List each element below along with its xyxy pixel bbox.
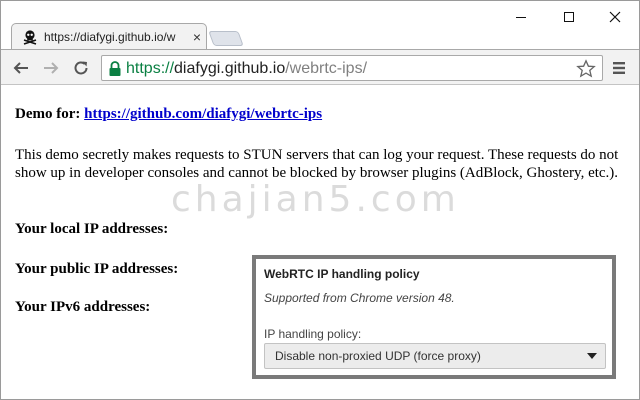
minimize-icon[interactable]: [501, 5, 541, 29]
demo-link[interactable]: https://github.com/diafygi/webrtc-ips: [84, 106, 322, 122]
skull-crossbones-icon: [22, 29, 38, 45]
address-bar[interactable]: https://diafygi.github.io/webrtc-ips/: [101, 55, 603, 81]
tab-title: https://diafygi.github.io/w: [44, 30, 176, 44]
forward-arrow-icon[interactable]: [39, 56, 63, 80]
tab-strip: https://diafygi.github.io/w ×: [1, 1, 639, 49]
policy-select-value: Disable non-proxied UDP (force proxy): [275, 349, 481, 363]
browser-toolbar: https://diafygi.github.io/webrtc-ips/: [1, 49, 639, 85]
browser-window: https://diafygi.github.io/w × https://di…: [0, 0, 640, 400]
public-ip-heading: Your public IP addresses:: [15, 261, 179, 277]
url-text: https://diafygi.github.io/webrtc-ips/: [126, 58, 367, 80]
demo-line: Demo for: https://github.com/diafygi/web…: [15, 106, 322, 123]
back-arrow-icon[interactable]: [9, 56, 33, 80]
lock-icon: [108, 61, 122, 77]
demo-label: Demo for:: [15, 106, 81, 122]
webrtc-policy-panel: WebRTC IP handling policy Supported from…: [252, 255, 616, 379]
maximize-icon[interactable]: [549, 5, 589, 29]
new-tab-button[interactable]: [208, 31, 244, 46]
url-scheme: https://: [126, 60, 175, 77]
policy-note: Supported from Chrome version 48.: [264, 291, 455, 305]
tab-close-icon[interactable]: ×: [190, 29, 204, 45]
menu-icon[interactable]: [609, 58, 629, 78]
ip-handling-policy-select[interactable]: Disable non-proxied UDP (force proxy): [264, 343, 606, 369]
local-ip-heading: Your local IP addresses:: [15, 221, 169, 237]
url-path: /webrtc-ips/: [285, 60, 368, 77]
reload-icon[interactable]: [69, 56, 93, 80]
ipv6-heading: Your IPv6 addresses:: [15, 299, 151, 315]
policy-title: WebRTC IP handling policy: [264, 267, 420, 281]
url-host: diafygi.github.io: [174, 60, 286, 77]
dropdown-arrow-icon: [587, 353, 597, 359]
tab-webrtc-ips[interactable]: https://diafygi.github.io/w ×: [11, 23, 207, 49]
demo-description: This demo secretly makes requests to STU…: [15, 147, 619, 181]
close-icon[interactable]: [595, 5, 635, 29]
watermark-text: chajian5.com: [171, 179, 460, 220]
bookmark-star-icon[interactable]: [576, 59, 596, 79]
policy-label: IP handling policy:: [264, 327, 362, 341]
